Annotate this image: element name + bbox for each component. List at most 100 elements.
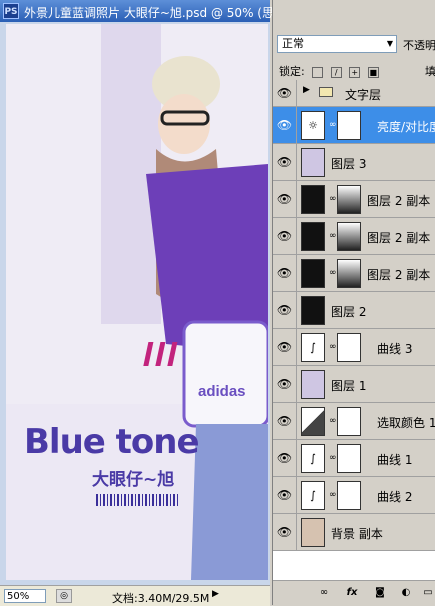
document-window: PS 外景儿童蓝调照片 大眼仔~旭.psd @ 50% (思缘设计论坛 adid… bbox=[0, 0, 334, 606]
layers-panel-footer: ∞ fx ◙ ◐ ▭ bbox=[273, 580, 435, 605]
folder-icon[interactable]: ▭ bbox=[421, 586, 435, 600]
curves-icon: ∫ bbox=[301, 444, 325, 473]
jeans bbox=[191, 424, 268, 580]
layer-row-group[interactable]: 👁 ▶ 文字层 bbox=[273, 80, 435, 107]
eye-icon[interactable]: 👁 bbox=[273, 255, 297, 291]
curves-icon: ∫ bbox=[301, 481, 325, 510]
image-canvas[interactable]: adidas Blue tone 大眼仔~旭 bbox=[6, 24, 268, 580]
layer-mask-thumb bbox=[337, 185, 361, 214]
status-nav-icon[interactable]: ◎ bbox=[56, 589, 72, 603]
layer-name: 图层 2 副本 3 bbox=[367, 194, 435, 208]
expand-arrow-icon[interactable]: ▶ bbox=[303, 85, 310, 95]
layer-row[interactable]: 👁 背景 副本 bbox=[273, 514, 435, 551]
adjustment-icon[interactable]: ◐ bbox=[399, 586, 413, 600]
layer-row[interactable]: 👁 图层 2 bbox=[273, 292, 435, 329]
lock-all-icon[interactable]: ■ bbox=[367, 66, 379, 78]
document-titlebar[interactable]: PS 外景儿童蓝调照片 大眼仔~旭.psd @ 50% (思缘设计论坛 bbox=[0, 0, 334, 22]
zoom-field[interactable]: 50% bbox=[4, 589, 46, 603]
link-icon: ∞ bbox=[329, 120, 337, 130]
layer-thumb bbox=[301, 518, 325, 547]
layer-row[interactable]: 👁 ∞ 图层 2 副本 2 bbox=[273, 218, 435, 255]
layer-row[interactable]: 👁 ∫ ∞ 曲线 2 bbox=[273, 477, 435, 514]
eye-icon[interactable]: 👁 bbox=[273, 181, 297, 217]
layer-thumb bbox=[301, 296, 325, 325]
layer-mask-thumb bbox=[337, 259, 361, 288]
lock-move-icon[interactable]: + bbox=[349, 66, 361, 78]
layer-name: 背景 副本 bbox=[331, 527, 383, 541]
layer-mask-thumb bbox=[337, 444, 361, 473]
eye-icon[interactable]: 👁 bbox=[273, 107, 297, 143]
eye-icon[interactable]: 👁 bbox=[273, 144, 297, 180]
eye-icon[interactable]: 👁 bbox=[273, 218, 297, 254]
fx-icon[interactable]: fx bbox=[345, 586, 359, 600]
eye-icon[interactable]: 👁 bbox=[273, 403, 297, 439]
layer-name: 图层 2 bbox=[331, 305, 367, 319]
layer-row[interactable]: 👁 图层 3 bbox=[273, 144, 435, 181]
layer-row[interactable]: 👁 ∫ ∞ 曲线 3 bbox=[273, 329, 435, 366]
eye-icon[interactable]: 👁 bbox=[273, 366, 297, 402]
opacity-label: 不透明 bbox=[403, 39, 435, 52]
status-bar: 50% ◎ 文档:3.40M/29.5M ▶ bbox=[0, 585, 270, 606]
barcode-graphic bbox=[96, 494, 178, 506]
eye-icon[interactable]: 👁 bbox=[273, 440, 297, 476]
panel-tab-strip bbox=[273, 0, 435, 30]
layer-name: 文字层 bbox=[345, 88, 382, 102]
artwork-subtitle: 大眼仔~旭 bbox=[92, 470, 175, 490]
layer-mask-thumb bbox=[337, 481, 361, 510]
eye-icon[interactable]: 👁 bbox=[273, 80, 297, 107]
layer-row[interactable]: 👁 图层 1 bbox=[273, 366, 435, 403]
eye-icon[interactable]: 👁 bbox=[273, 477, 297, 513]
layer-mask-thumb bbox=[337, 111, 361, 140]
layer-name: 图层 2 副本 bbox=[367, 268, 431, 282]
layer-thumb bbox=[301, 185, 325, 214]
link-icon: ∞ bbox=[329, 416, 337, 426]
layer-mask-thumb bbox=[337, 333, 361, 362]
fill-label: 填 bbox=[425, 65, 435, 78]
chevron-down-icon: ▼ bbox=[386, 39, 393, 48]
layer-thumb bbox=[301, 222, 325, 251]
link-icon: ∞ bbox=[329, 453, 337, 463]
layer-name: 曲线 3 bbox=[377, 342, 413, 356]
photoshop-app-icon: PS bbox=[3, 3, 19, 19]
eye-icon[interactable]: 👁 bbox=[273, 514, 297, 550]
lock-label: 锁定: bbox=[279, 65, 305, 78]
folder-icon bbox=[319, 87, 333, 97]
mask-icon[interactable]: ◙ bbox=[373, 586, 387, 600]
brightness-icon: ☼ bbox=[301, 111, 325, 140]
selective-color-icon bbox=[301, 407, 325, 436]
layer-name: 图层 2 副本 2 bbox=[367, 231, 435, 245]
eye-icon[interactable]: 👁 bbox=[273, 292, 297, 328]
layer-name: 曲线 2 bbox=[377, 490, 413, 504]
curves-icon: ∫ bbox=[301, 333, 325, 362]
lock-row: 锁定: / + ■ bbox=[279, 63, 379, 79]
layer-thumb bbox=[301, 370, 325, 399]
artwork-title: Blue tone bbox=[24, 422, 200, 462]
layer-row-brightness[interactable]: 👁 ☼ ∞ 亮度/对比度 bbox=[273, 107, 435, 144]
eye-icon[interactable]: 👁 bbox=[273, 329, 297, 365]
lock-transparency-icon[interactable] bbox=[312, 66, 324, 78]
status-menu-arrow-icon[interactable]: ▶ bbox=[212, 589, 222, 603]
layer-row[interactable]: 👁 ∞ 选取颜色 1 bbox=[273, 403, 435, 440]
blend-mode-select[interactable]: 正常 ▼ bbox=[277, 35, 397, 53]
link-icon: ∞ bbox=[329, 194, 337, 204]
layer-mask-thumb bbox=[337, 407, 361, 436]
layer-row[interactable]: 👁 ∞ 图层 2 副本 3 bbox=[273, 181, 435, 218]
lock-brush-icon[interactable]: / bbox=[330, 66, 342, 78]
link-icon: ∞ bbox=[329, 342, 337, 352]
link-icon: ∞ bbox=[329, 268, 337, 278]
layer-mask-thumb bbox=[337, 222, 361, 251]
layer-row[interactable]: 👁 ∞ 图层 2 副本 bbox=[273, 255, 435, 292]
layer-thumb bbox=[301, 259, 325, 288]
layer-row[interactable]: 👁 ∫ ∞ 曲线 1 bbox=[273, 440, 435, 477]
link-icon: ∞ bbox=[329, 490, 337, 500]
layers-panel: 正常 ▼ 不透明 锁定: / + ■ 填 👁 ▶ 文字层 👁 ☼ ∞ 亮度/对比… bbox=[272, 0, 435, 605]
document-size: 文档:3.40M/29.5M bbox=[112, 592, 210, 605]
layer-name: 图层 3 bbox=[331, 157, 367, 171]
layer-name: 曲线 1 bbox=[377, 453, 413, 467]
link-icon[interactable]: ∞ bbox=[317, 586, 331, 600]
layer-name: 选取颜色 1 bbox=[377, 416, 435, 430]
layer-thumb bbox=[301, 148, 325, 177]
layer-name: 亮度/对比度 bbox=[377, 120, 435, 134]
bag-logo: adidas bbox=[198, 383, 246, 400]
link-icon: ∞ bbox=[329, 231, 337, 241]
